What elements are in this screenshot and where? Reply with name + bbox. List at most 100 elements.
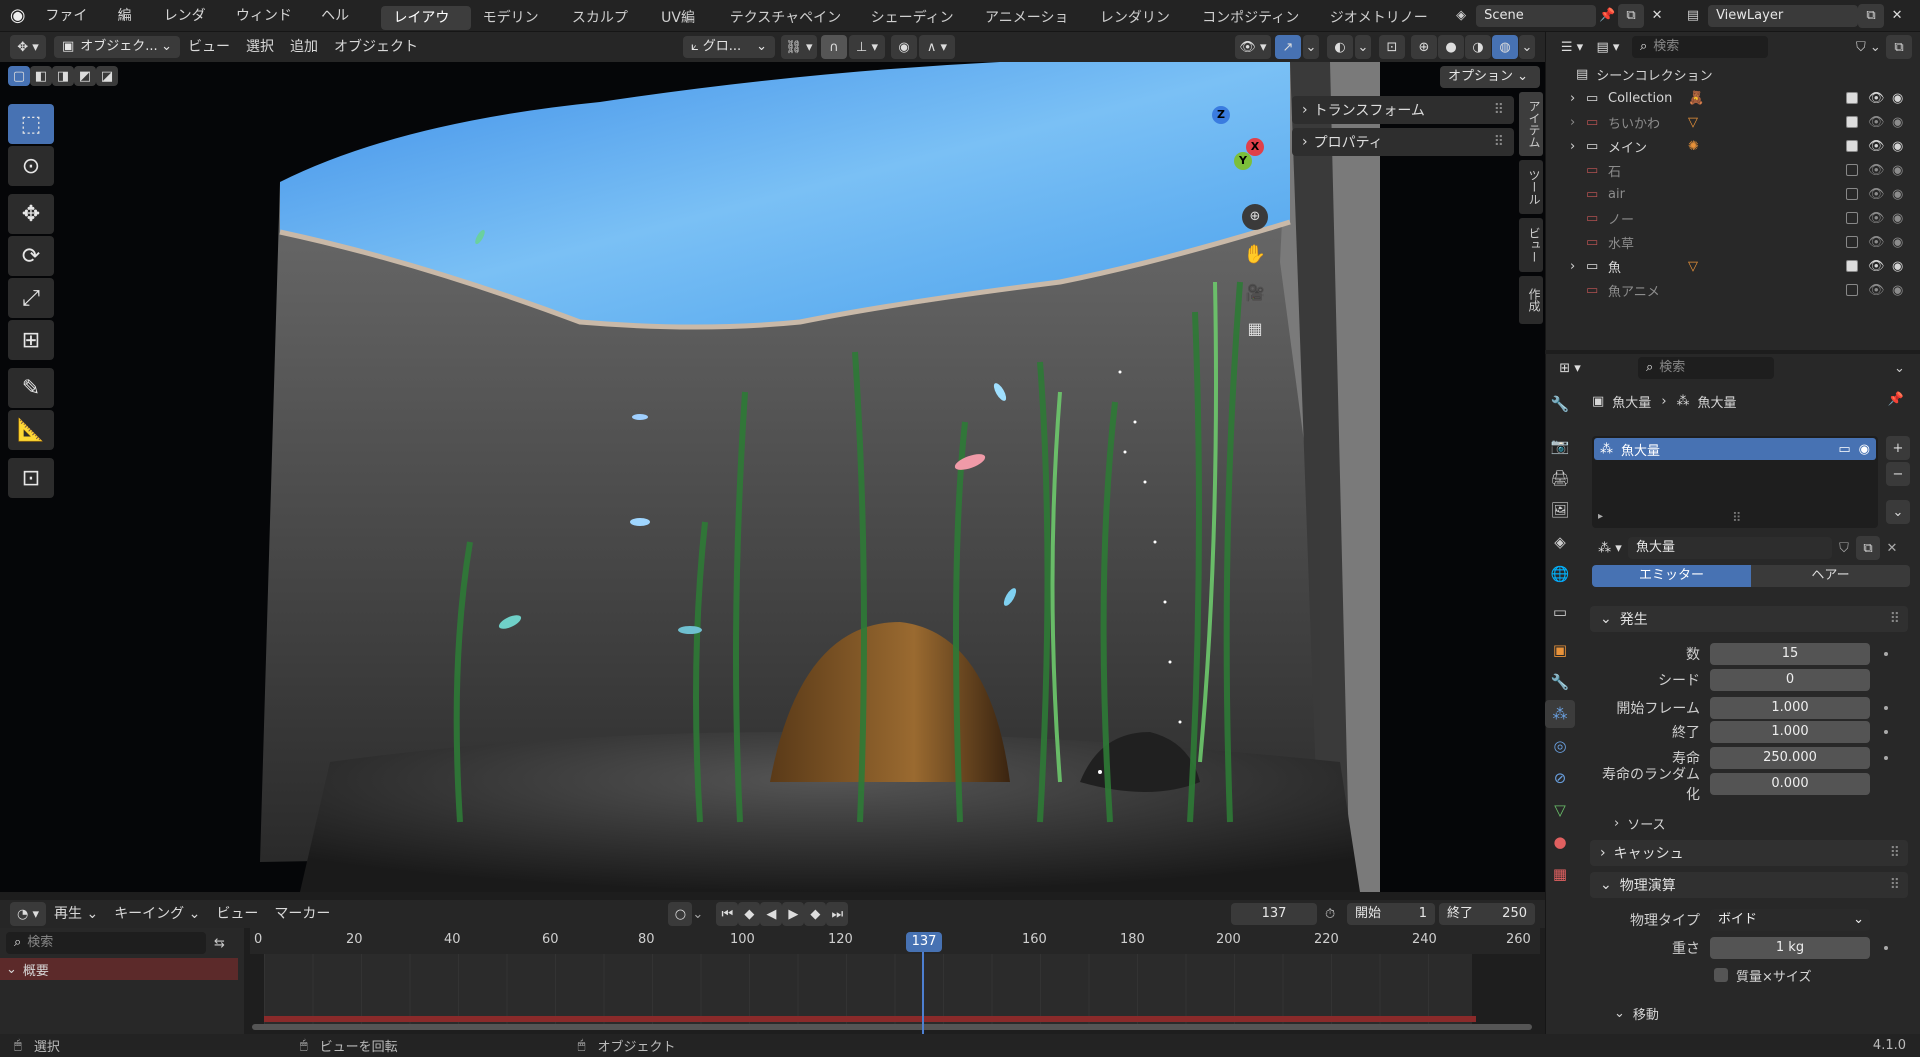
select-subtract-icon[interactable]: ◨ — [52, 66, 74, 86]
properties-editor-icon[interactable]: ⊞ ▾ — [1552, 356, 1588, 380]
drag-handle-icon[interactable]: ⠿ — [1890, 845, 1900, 861]
material-shading-icon[interactable]: ◑ — [1465, 35, 1491, 59]
eye-icon[interactable]: 👁 — [1868, 259, 1885, 274]
rotate-icon[interactable]: ⟳ — [8, 236, 54, 276]
camera-icon[interactable]: ◉ — [1892, 211, 1903, 226]
camera-view-icon[interactable]: 🎥 — [1242, 280, 1268, 306]
move-icon[interactable]: ✥ — [8, 194, 54, 234]
next-keyframe-icon[interactable]: ◆ — [804, 902, 827, 926]
keyframe-dot-icon[interactable] — [1884, 652, 1888, 656]
tab-animation[interactable]: アニメーション — [973, 6, 1088, 50]
outliner-item[interactable]: › ▭ 魚 ▽ 👁 ◉ — [1546, 254, 1920, 278]
physics-tab-icon[interactable]: ◎ — [1545, 732, 1575, 760]
tab-view[interactable]: ビュー — [1519, 218, 1543, 272]
list-menu-button[interactable]: ⌄ — [1886, 500, 1910, 524]
menu-add[interactable]: 追加 — [282, 35, 326, 59]
render-tab-icon[interactable]: 📷 — [1545, 432, 1575, 460]
scale-icon[interactable]: ⤢ — [8, 278, 54, 318]
annotate-icon[interactable]: ✎ — [8, 368, 54, 408]
shading-menu-icon[interactable]: ⌄ — [1519, 35, 1535, 59]
end-frame-field[interactable]: 終了 250 — [1439, 903, 1535, 925]
tab-modeling[interactable]: モデリング — [471, 6, 560, 50]
eye-icon[interactable]: 👁 — [1868, 115, 1885, 130]
menu-file[interactable]: ファイル — [35, 0, 107, 56]
scene-name-field[interactable]: Scene — [1476, 4, 1597, 27]
exclude-checkbox-icon[interactable] — [1846, 188, 1858, 200]
tab-shading[interactable]: シェーディング — [859, 6, 973, 50]
camera-icon[interactable]: ◉ — [1892, 235, 1903, 250]
perspective-grid-icon[interactable]: ▦ — [1242, 316, 1268, 342]
source-subpanel[interactable]: › ソース — [1614, 812, 1666, 834]
collection-tab-icon[interactable]: ▭ — [1545, 598, 1575, 626]
tab-create[interactable]: 作成 — [1519, 276, 1543, 324]
tab-uv-edit[interactable]: UV編集 — [649, 6, 718, 50]
fake-user-icon[interactable]: ⛉ — [1832, 541, 1856, 556]
wireframe-shading-icon[interactable]: ⊕ — [1411, 35, 1437, 59]
editor-type-icon[interactable]: ✥ ▾ — [10, 35, 46, 59]
timeline-editor-icon[interactable]: ◔ ▾ — [10, 902, 46, 926]
chevron-down-icon[interactable]: ⌄ — [692, 907, 708, 922]
object-tab-icon[interactable]: ▣ — [1545, 636, 1575, 664]
menu-marker[interactable]: マーカー — [266, 902, 338, 926]
add-cube-icon[interactable]: ⊡ — [8, 458, 54, 498]
camera-icon[interactable]: ◉ — [1892, 163, 1903, 178]
outliner-item[interactable]: › ▭ ちいかわ ▽ 👁 ◉ — [1546, 110, 1920, 134]
duplicate-icon[interactable]: ⧉ — [1856, 536, 1880, 560]
emission-value-field[interactable]: 0.000 — [1710, 773, 1870, 795]
proportional-edit-icon[interactable]: ◉ — [891, 35, 917, 59]
frame-ruler[interactable]: 0 20 40 60 80 100 120 140 160 180 200 22… — [250, 928, 1540, 954]
cursor-icon[interactable]: ⊙ — [8, 146, 54, 186]
material-tab-icon[interactable]: ● — [1545, 828, 1575, 856]
physics-type-dropdown[interactable]: ボイド ⌄ — [1710, 909, 1870, 931]
drag-handle-icon[interactable]: ⠿ — [1890, 877, 1900, 893]
chevron-right-icon[interactable]: › — [1570, 259, 1586, 274]
particles-tab-icon[interactable]: ⁂ — [1545, 700, 1575, 728]
summary-channel[interactable]: ⌄ 概要 — [0, 958, 238, 980]
gizmo-menu-icon[interactable]: ⌄ — [1303, 35, 1319, 59]
outliner-editor-icon[interactable]: ☰ ▾ — [1554, 35, 1590, 59]
mode-selector[interactable]: ▣ オブジェク... ⌄ — [54, 36, 180, 58]
menu-select[interactable]: 選択 — [238, 35, 282, 59]
emission-value-field[interactable]: 250.000 — [1710, 747, 1870, 769]
properties-panel[interactable]: › プロパティ ⠿ — [1292, 128, 1514, 156]
menu-render[interactable]: レンダー — [154, 0, 226, 56]
new-viewlayer-icon[interactable]: ⧉ — [1858, 3, 1885, 28]
transform-orientation[interactable]: ⟀ グロ... ⌄ — [683, 36, 775, 58]
camera-icon[interactable]: ◉ — [1892, 259, 1903, 274]
add-particle-button[interactable]: + — [1886, 436, 1910, 460]
current-frame-field[interactable]: 137 — [1231, 903, 1317, 925]
exclude-checkbox-icon[interactable] — [1846, 140, 1858, 152]
viewlayer-selector[interactable]: ▤ ViewLayer ⧉ ✕ — [1678, 3, 1910, 28]
menu-help[interactable]: ヘルプ — [311, 0, 370, 56]
xray-icon[interactable]: ⊡ — [1379, 35, 1405, 59]
particle-list-item[interactable]: ⁂ 魚大量 ▭ ◉ — [1594, 438, 1876, 460]
menu-playback[interactable]: 再生 ⌄ — [46, 902, 106, 926]
measure-icon[interactable]: 📐 — [8, 410, 54, 450]
axis-z-icon[interactable]: Z — [1212, 106, 1230, 124]
camera-icon[interactable]: ◉ — [1892, 139, 1903, 154]
world-tab-icon[interactable]: 🌐 — [1545, 560, 1575, 588]
3d-viewport[interactable]: X Y Z ⊕ ✋ 🎥 ▦ ▢ ◧ ◨ ◩ ◪ オプション ⌄ — [0, 62, 1545, 892]
select-extend-icon[interactable]: ◧ — [30, 66, 52, 86]
drag-handle-icon[interactable]: ⠿ — [1732, 511, 1742, 526]
timeline-area[interactable]: ⌕ 検索 ⇆ ⌄ 概要 0 20 40 60 80 100 120 140 16… — [0, 928, 1545, 1034]
delete-scene-icon[interactable]: ✕ — [1644, 4, 1670, 28]
tab-compositing[interactable]: コンポジティング — [1190, 6, 1318, 50]
emission-panel-header[interactable]: ⌄ 発生 ⠿ — [1590, 606, 1908, 632]
jump-start-icon[interactable]: ⏮ — [716, 902, 739, 926]
menu-timeline-view[interactable]: ビュー — [208, 902, 266, 926]
select-invert-icon[interactable]: ◩ — [74, 66, 96, 86]
transform-icon[interactable]: ⊞ — [8, 320, 54, 360]
outliner-item[interactable]: ▭ ノー 👁 ◉ — [1546, 206, 1920, 230]
outliner-item[interactable]: ▭ 石 👁 ◉ — [1546, 158, 1920, 182]
mass-size-checkbox[interactable]: 質量×サイズ — [1714, 964, 1812, 986]
scene-tab-icon[interactable]: ◈ — [1545, 528, 1575, 556]
exclude-checkbox-icon[interactable] — [1846, 284, 1858, 296]
keyframe-dot-icon[interactable] — [1884, 756, 1888, 760]
outliner-item[interactable]: › ▭ Collection 🧸 👁 ◉ — [1546, 86, 1920, 110]
chevron-right-icon[interactable]: › — [1570, 115, 1586, 130]
scene-selector[interactable]: ◈ Scene 📌 ⧉ ✕ — [1446, 3, 1670, 28]
outliner-item[interactable]: › ▭ メイン ✺ 👁 ◉ — [1546, 134, 1920, 158]
drag-handle-icon[interactable]: ⠿ — [1494, 102, 1504, 118]
constraints-tab-icon[interactable]: ⊘ — [1545, 764, 1575, 792]
